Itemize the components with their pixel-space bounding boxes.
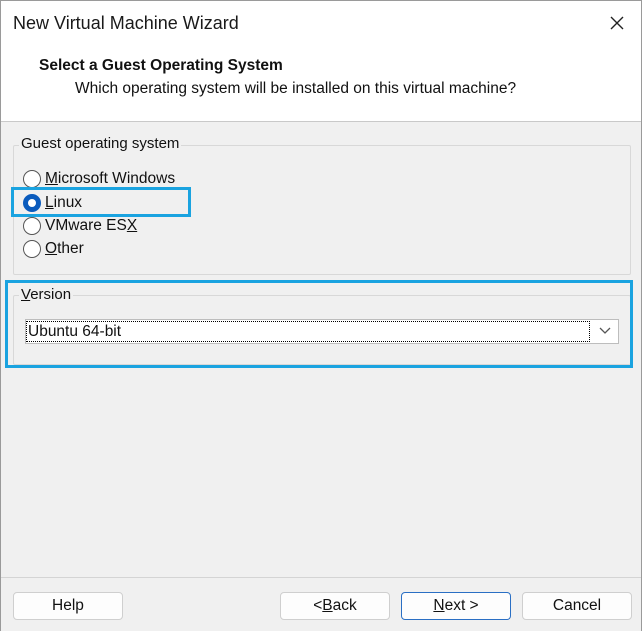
window-title: New Virtual Machine Wizard xyxy=(13,13,239,33)
radio-vmware-esx[interactable]: VMware ESX xyxy=(23,215,137,237)
close-button[interactable] xyxy=(593,1,641,45)
title-bar: New Virtual Machine Wizard xyxy=(1,1,641,45)
radio-label: Other xyxy=(45,240,84,257)
radio-label: Microsoft Windows xyxy=(45,170,176,187)
next-button[interactable]: Next > xyxy=(401,592,511,620)
close-icon xyxy=(610,16,624,30)
radio-button[interactable] xyxy=(23,217,41,235)
wizard-header: Select a Guest Operating System Which op… xyxy=(1,45,641,122)
cancel-button[interactable]: Cancel xyxy=(522,592,632,620)
radio-button[interactable] xyxy=(23,170,41,188)
linux-highlight-box xyxy=(11,187,191,217)
radio-label: VMware ESX xyxy=(45,217,138,234)
help-button[interactable]: Help xyxy=(13,592,123,620)
page-subtitle: Which operating system will be installed… xyxy=(75,80,517,97)
radio-other[interactable]: Other xyxy=(23,238,84,260)
guest-os-group-label: Guest operating system xyxy=(19,135,182,152)
radio-button[interactable] xyxy=(23,240,41,258)
page-title: Select a Guest Operating System xyxy=(39,57,283,74)
back-button[interactable]: < Back xyxy=(280,592,390,620)
version-highlight-box xyxy=(5,280,633,368)
wizard-footer: Help < Back Next > Cancel xyxy=(1,577,641,631)
wizard-window: New Virtual Machine Wizard Select a Gues… xyxy=(0,0,642,631)
